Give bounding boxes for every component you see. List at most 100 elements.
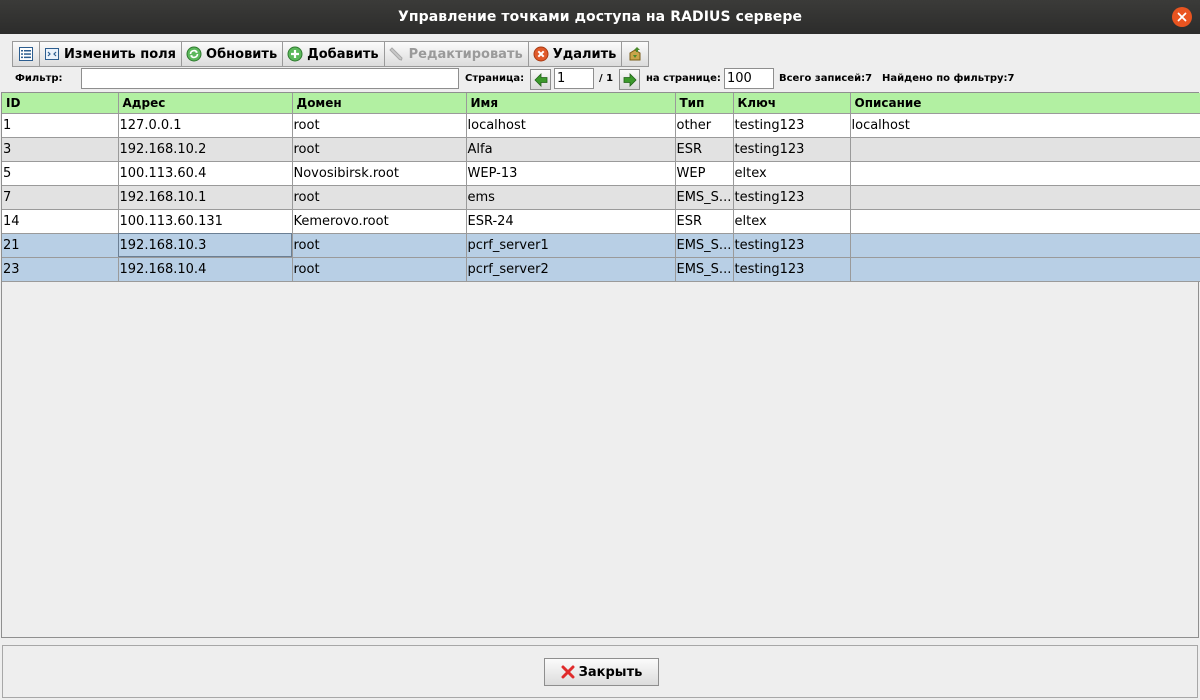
column-header-domain[interactable]: Домен [292,93,467,114]
cell-address[interactable]: 100.113.60.4 [118,161,293,186]
table-row[interactable]: 7 192.168.10.1 root ems EMS_S... testing… [2,185,1200,210]
cell-domain[interactable]: Novosibirsk.root [292,161,467,186]
cell-type[interactable]: EMS_S... [675,257,734,282]
cell-key[interactable]: testing123 [733,113,851,138]
edit-button[interactable]: Редактировать [383,41,529,67]
cell-key[interactable]: testing123 [733,185,851,210]
cell-name[interactable]: pcrf_server2 [466,257,676,282]
cell-type[interactable]: WEP [675,161,734,186]
toolbar: Изменить поля Обновить Добавить Редактир… [12,41,650,67]
cell-domain[interactable]: root [292,233,467,258]
cell-type[interactable]: EMS_S... [675,233,734,258]
column-header-address[interactable]: Адрес [118,93,293,114]
cell-key[interactable]: eltex [733,209,851,234]
cell-key[interactable]: testing123 [733,233,851,258]
column-header-name[interactable]: Имя [466,93,676,114]
cell-id[interactable]: 7 [2,185,119,210]
delete-button[interactable]: Удалить [527,41,623,67]
dialog-footer: Закрыть [2,645,1198,698]
delete-icon [532,45,550,63]
next-page-button[interactable] [619,69,640,90]
window-title: Управление точками доступа на RADIUS сер… [397,9,803,25]
export-button[interactable] [621,41,650,67]
cell-name[interactable]: localhost [466,113,676,138]
table-row[interactable]: 1 127.0.0.1 root localhost other testing… [2,113,1200,138]
table-row[interactable]: 3 192.168.10.2 root Alfa ESR testing123 [2,137,1200,162]
cell-type[interactable]: EMS_S... [675,185,734,210]
page-input[interactable] [554,68,594,89]
cell-id[interactable]: 3 [2,137,119,162]
column-header-description[interactable]: Описание [850,93,1200,114]
cell-name[interactable]: pcrf_server1 [466,233,676,258]
add-button[interactable]: Добавить [282,41,385,67]
column-header-id[interactable]: ID [2,93,119,114]
cell-key[interactable]: testing123 [733,137,851,162]
cell-type[interactable]: ESR [675,137,734,162]
cell-address[interactable]: 192.168.10.2 [118,137,293,162]
cell-id[interactable]: 23 [2,257,119,282]
cell-description[interactable] [850,257,1200,282]
cell-type[interactable]: ESR [675,209,734,234]
arrow-left-icon [533,72,547,87]
cell-address-focused[interactable]: 192.168.10.3 [118,233,293,258]
columns-list-icon [17,45,35,63]
cell-domain[interactable]: root [292,137,467,162]
filter-input[interactable] [81,68,459,89]
close-button-label: Закрыть [578,664,643,680]
cell-id[interactable]: 14 [2,209,119,234]
cell-name[interactable]: ems [466,185,676,210]
page-total: / 1 [599,73,614,84]
cell-name[interactable]: ESR-24 [466,209,676,234]
table-row-selected[interactable]: 21 192.168.10.3 root pcrf_server1 EMS_S.… [2,233,1200,258]
pencil-icon [388,45,406,63]
access-points-table-container[interactable]: ID Адрес Домен Имя Тип Ключ Описание 1 1… [1,92,1200,638]
page-label: Страница: [465,73,525,84]
cell-description[interactable] [850,233,1200,258]
total-records: Всего записей:7 [779,73,873,84]
cell-id[interactable]: 5 [2,161,119,186]
edit-fields-button[interactable]: Изменить поля [39,41,183,67]
column-header-key[interactable]: Ключ [733,93,851,114]
close-button[interactable]: Закрыть [544,658,659,686]
cell-id[interactable]: 1 [2,113,119,138]
per-page-input[interactable] [724,68,774,89]
cell-id[interactable]: 21 [2,233,119,258]
cell-description[interactable] [850,209,1200,234]
cell-address[interactable]: 100.113.60.131 [118,209,293,234]
edit-label: Редактировать [408,46,523,62]
refresh-label: Обновить [206,46,278,62]
refresh-icon [185,45,203,63]
cell-name[interactable]: WEP-13 [466,161,676,186]
cell-description[interactable]: localhost [850,113,1200,138]
refresh-button[interactable]: Обновить [181,41,284,67]
add-label: Добавить [307,46,379,62]
cell-description[interactable] [850,185,1200,210]
cell-domain[interactable]: Kemerovo.root [292,209,467,234]
found-by-filter: Найдено по фильтру:7 [882,73,1015,84]
delete-label: Удалить [552,46,617,62]
cell-description[interactable] [850,137,1200,162]
window-close-button[interactable] [1172,7,1192,27]
cell-address[interactable]: 192.168.10.4 [118,257,293,282]
filter-bar: Фильтр: Страница: / 1 на странице: Всего… [0,67,1200,91]
table-header-row: ID Адрес Домен Имя Тип Ключ Описание [2,93,1200,114]
cell-key[interactable]: eltex [733,161,851,186]
cell-description[interactable] [850,161,1200,186]
cell-domain[interactable]: root [292,257,467,282]
cell-name[interactable]: Alfa [466,137,676,162]
cell-key[interactable]: testing123 [733,257,851,282]
prev-page-button[interactable] [530,69,551,90]
table-row-selected[interactable]: 23 192.168.10.4 root pcrf_server2 EMS_S.… [2,257,1200,282]
cell-domain[interactable]: root [292,185,467,210]
cell-address[interactable]: 127.0.0.1 [118,113,293,138]
add-icon [286,45,304,63]
cell-domain[interactable]: root [292,113,467,138]
column-header-type[interactable]: Тип [675,93,734,114]
export-icon [626,45,644,63]
arrow-right-icon [623,72,637,87]
table-row[interactable]: 14 100.113.60.131 Kemerovo.root ESR-24 E… [2,209,1200,234]
columns-button[interactable] [12,41,40,67]
cell-address[interactable]: 192.168.10.1 [118,185,293,210]
table-row[interactable]: 5 100.113.60.4 Novosibirsk.root WEP-13 W… [2,161,1200,186]
cell-type[interactable]: other [675,113,734,138]
